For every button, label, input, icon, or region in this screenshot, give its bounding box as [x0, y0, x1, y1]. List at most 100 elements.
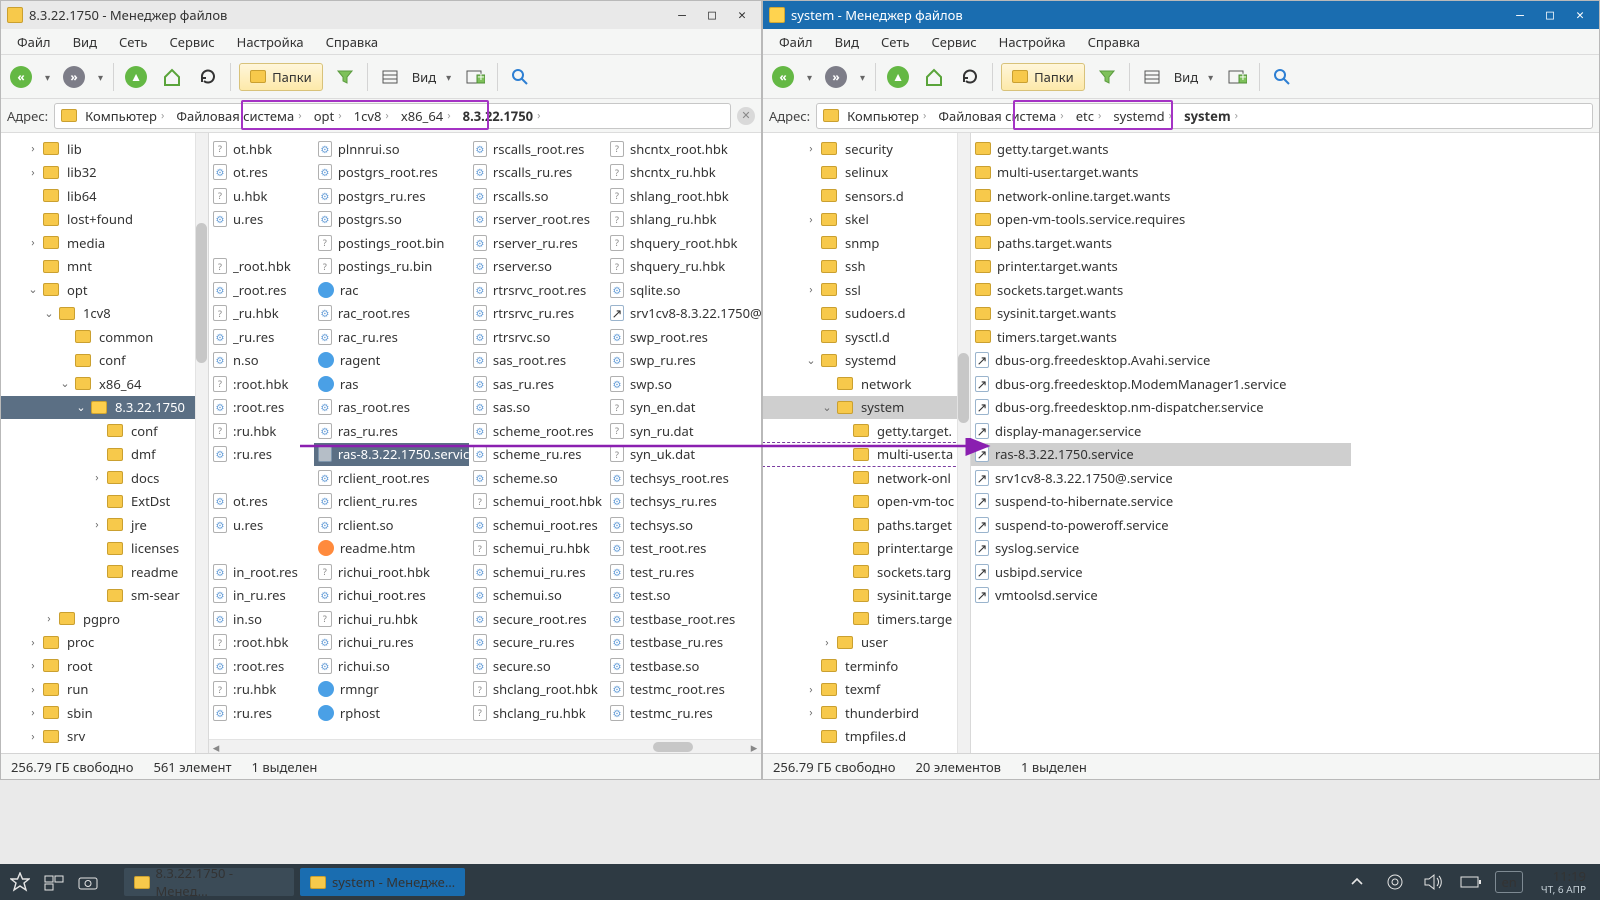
menu-item[interactable]: Файл: [7, 30, 61, 54]
file-item[interactable]: ?shlang_ru.hbk: [606, 208, 761, 232]
dropdown-icon[interactable]: ▾: [805, 70, 814, 84]
file-item[interactable]: ⚙techsys.so: [606, 513, 761, 537]
tree-item[interactable]: ›texmf: [763, 678, 970, 702]
tray-arrow-icon[interactable]: [1343, 868, 1371, 896]
tree-item[interactable]: ›thunderbird: [763, 701, 970, 725]
file-item[interactable]: ⚙secure_root.res: [469, 607, 606, 631]
file-item[interactable]: ⚙:ru.res: [209, 701, 314, 725]
breadcrumb-item[interactable]: etc›: [1072, 105, 1106, 127]
file-item[interactable]: ⚙u.res: [209, 513, 314, 537]
tree-twisty-icon[interactable]: ›: [27, 682, 39, 697]
file-item[interactable]: ⚙testmc_ru.res: [606, 701, 761, 725]
tree-twisty-icon[interactable]: ⌄: [59, 376, 71, 391]
tree-twisty-icon[interactable]: ›: [805, 212, 817, 227]
file-item[interactable]: ⚙sas.so: [469, 396, 606, 420]
file-item[interactable]: ⚙swp_root.res: [606, 325, 761, 349]
file-item[interactable]: ?postings_ru.bin: [314, 255, 469, 279]
tree-item[interactable]: open-vm-toc: [763, 490, 970, 514]
file-item[interactable]: ⚙ot.res: [209, 161, 314, 185]
tree-twisty-icon[interactable]: ›: [27, 165, 39, 180]
file-item[interactable]: rac: [314, 278, 469, 302]
file-list[interactable]: getty.target.wantsmulti-user.target.want…: [971, 133, 1599, 753]
close-button[interactable]: ✕: [1567, 6, 1593, 24]
file-item[interactable]: ⚙testbase_root.res: [606, 607, 761, 631]
menu-item[interactable]: Сервис: [159, 30, 224, 54]
tray-battery-icon[interactable]: [1457, 868, 1485, 896]
tree-item[interactable]: ›user: [763, 631, 970, 655]
tree-item[interactable]: selinux: [763, 161, 970, 185]
file-item[interactable]: ⚙schemui.so: [469, 584, 606, 608]
breadcrumb-item[interactable]: Файловая система›: [934, 105, 1067, 127]
menu-item[interactable]: Вид: [63, 30, 107, 54]
tree-item[interactable]: ›media: [1, 231, 208, 255]
file-item[interactable]: ⚙postgrs.so: [314, 208, 469, 232]
file-item[interactable]: ⚙:ru.res: [209, 443, 314, 467]
tree-item[interactable]: sudoers.d: [763, 302, 970, 326]
tree-item[interactable]: ⌄8.3.22.1750: [1, 396, 208, 420]
filter-button[interactable]: [331, 63, 359, 91]
tree-item[interactable]: ›pgpro: [1, 607, 208, 631]
file-item[interactable]: ↗suspend-to-poweroff.service: [971, 513, 1351, 537]
dropdown-icon[interactable]: ▾: [1206, 70, 1215, 84]
file-item[interactable]: open-vm-tools.service.requires: [971, 208, 1351, 232]
file-item[interactable]: ⚙test_ru.res: [606, 560, 761, 584]
file-item[interactable]: ⚙_ru.res: [209, 325, 314, 349]
tree-item[interactable]: ⌄systemd: [763, 349, 970, 373]
breadcrumb-item[interactable]: 1cv8›: [350, 105, 393, 127]
file-item[interactable]: ?:ru.hbk: [209, 678, 314, 702]
dropdown-icon[interactable]: ▾: [43, 70, 52, 84]
file-item[interactable]: ⚙rserver.so: [469, 255, 606, 279]
breadcrumb-item[interactable]: Компьютер›: [81, 105, 168, 127]
file-item[interactable]: ⚙:root.res: [209, 396, 314, 420]
tree-item[interactable]: ›srv: [1, 725, 208, 749]
home-button[interactable]: [158, 63, 186, 91]
file-item[interactable]: ⚙richui_ru.res: [314, 631, 469, 655]
menu-item[interactable]: Настройка: [227, 30, 314, 54]
file-item[interactable]: ⚙ras_root.res: [314, 396, 469, 420]
tree-item[interactable]: conf: [1, 419, 208, 443]
tree-item[interactable]: common: [1, 325, 208, 349]
tree-twisty-icon[interactable]: ›: [27, 729, 39, 744]
tree-item[interactable]: lib64: [1, 184, 208, 208]
file-item[interactable]: ↗syslog.service: [971, 537, 1351, 561]
menu-item[interactable]: Сеть: [871, 30, 919, 54]
breadcrumb-item[interactable]: Компьютер›: [843, 105, 930, 127]
dropdown-icon[interactable]: ▾: [444, 70, 453, 84]
tree-item[interactable]: ›run: [1, 678, 208, 702]
file-item[interactable]: ?shquery_root.hbk: [606, 231, 761, 255]
file-item[interactable]: ⚙techsys_ru.res: [606, 490, 761, 514]
file-item[interactable]: ?syn_ru.dat: [606, 419, 761, 443]
file-item[interactable]: ?:ru.hbk: [209, 419, 314, 443]
file-item[interactable]: ↗ras-8.3.22.1750.service: [314, 443, 469, 467]
menu-item[interactable]: Справка: [1078, 30, 1151, 54]
file-item[interactable]: sockets.target.wants: [971, 278, 1351, 302]
file-item[interactable]: ⚙rscalls.so: [469, 184, 606, 208]
task-view-button[interactable]: [40, 868, 68, 896]
file-item[interactable]: ⚙rclient_ru.res: [314, 490, 469, 514]
tree-panel[interactable]: ›securityselinuxsensors.d›skelsnmpssh›ss…: [763, 133, 971, 753]
tree-item[interactable]: ⌄system: [763, 396, 970, 420]
file-item[interactable]: ?u.hbk: [209, 184, 314, 208]
menu-item[interactable]: Файл: [769, 30, 823, 54]
tree-twisty-icon[interactable]: ›: [805, 141, 817, 156]
file-item[interactable]: ⚙rscalls_root.res: [469, 137, 606, 161]
file-item[interactable]: rmngr: [314, 678, 469, 702]
tree-item[interactable]: licenses: [1, 537, 208, 561]
file-item[interactable]: ?shclang_root.hbk: [469, 678, 606, 702]
tree-item[interactable]: terminfo: [763, 654, 970, 678]
tree-item[interactable]: sysctl.d: [763, 325, 970, 349]
close-button[interactable]: ✕: [729, 6, 755, 24]
dropdown-icon[interactable]: ▾: [858, 70, 867, 84]
file-item[interactable]: ↗dbus-org.freedesktop.nm-dispatcher.serv…: [971, 396, 1351, 420]
maximize-button[interactable]: □: [699, 6, 725, 24]
new-tab-button[interactable]: +: [461, 63, 489, 91]
tray-language[interactable]: en: [1495, 871, 1522, 893]
breadcrumb-item[interactable]: 8.3.22.1750›: [459, 105, 545, 127]
tree-item[interactable]: ›lib: [1, 137, 208, 161]
tree-item[interactable]: ⌄1cv8: [1, 302, 208, 326]
tree-twisty-icon[interactable]: ›: [91, 470, 103, 485]
file-list[interactable]: ?ot.hbk⚙ot.res?u.hbk⚙u.res?_root.hbk⚙_ro…: [209, 133, 761, 753]
file-item[interactable]: printer.target.wants: [971, 255, 1351, 279]
file-item[interactable]: ↗suspend-to-hibernate.service: [971, 490, 1351, 514]
file-item[interactable]: ⚙ras_ru.res: [314, 419, 469, 443]
